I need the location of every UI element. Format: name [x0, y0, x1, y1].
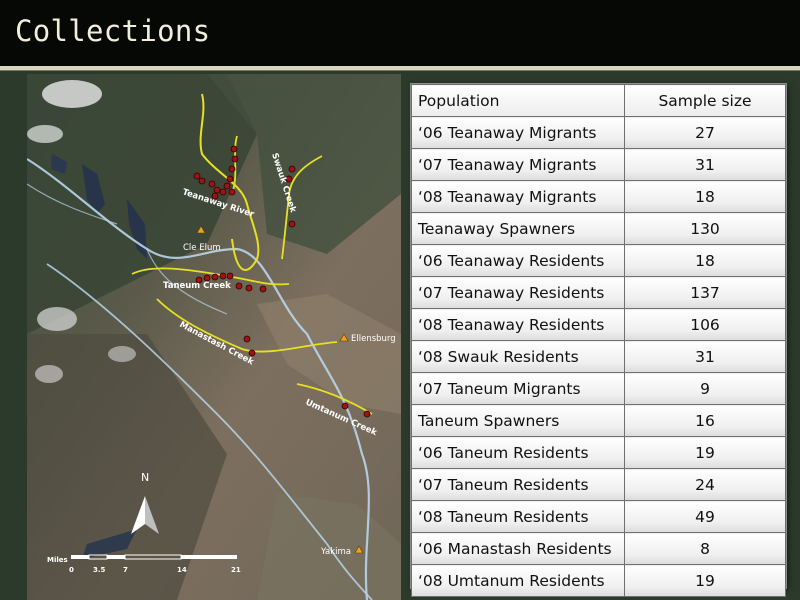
site-marker	[198, 177, 206, 185]
cloud	[37, 307, 77, 331]
site-marker	[288, 220, 296, 228]
table-row: ‘08 Swauk Residents 31	[411, 340, 786, 373]
table-row: ‘06 Teanaway Migrants 27	[411, 116, 786, 149]
site-marker	[193, 172, 201, 180]
population-cell: ‘08 Teanaway Residents	[411, 308, 625, 341]
cloud	[42, 80, 102, 108]
table-row: ‘08 Teanaway Migrants 18	[411, 180, 786, 213]
site-marker	[243, 335, 251, 343]
town-label-yakima: Yakima	[320, 547, 351, 557]
cloud	[35, 365, 63, 383]
north-label: N	[141, 471, 149, 484]
population-cell: ‘06 Teanaway Migrants	[411, 116, 625, 149]
site-marker	[208, 180, 216, 188]
site-marker	[211, 273, 219, 281]
town-label-ellensburg: Ellensburg	[351, 334, 396, 344]
population-cell: ‘07 Teanaway Migrants	[411, 148, 625, 181]
collection-sites-map: Cle Elum Ellensburg Yakima Teanaway Rive…	[27, 74, 401, 600]
site-marker	[213, 186, 221, 194]
scale-tick-4: 21	[231, 566, 241, 574]
site-marker	[230, 145, 238, 153]
cloud	[108, 346, 136, 362]
slide-title: Collections	[15, 14, 211, 48]
table-row: ‘08 Taneum Residents 49	[411, 500, 786, 533]
population-cell: ‘08 Taneum Residents	[411, 500, 625, 533]
table-row: ‘06 Taneum Residents 19	[411, 436, 786, 469]
site-marker	[223, 182, 231, 190]
population-cell: Teanaway Spawners	[411, 212, 625, 245]
table-row: ‘06 Manastash Residents 8	[411, 532, 786, 565]
sample-size-cell: 19	[624, 564, 786, 597]
cloud	[27, 125, 63, 143]
sample-size-cell: 9	[624, 372, 786, 405]
population-cell: ‘06 Taneum Residents	[411, 436, 625, 469]
title-divider-shadow	[0, 70, 800, 71]
population-cell: ‘07 Teanaway Residents	[411, 276, 625, 309]
column-header-population: Population	[411, 84, 625, 117]
map-image: Cle Elum Ellensburg Yakima Teanaway Rive…	[27, 74, 401, 600]
collections-table-panel: Population Sample size ‘06 Teanaway Migr…	[411, 84, 786, 597]
table-row: ‘06 Teanaway Residents 18	[411, 244, 786, 277]
site-marker	[235, 282, 243, 290]
collections-table: Population Sample size ‘06 Teanaway Migr…	[411, 84, 786, 597]
title-bar: Collections	[0, 0, 800, 66]
sample-size-cell: 27	[624, 116, 786, 149]
table-row: ‘07 Taneum Migrants 9	[411, 372, 786, 405]
scale-tick-2: 7	[123, 566, 128, 574]
sample-size-cell: 18	[624, 180, 786, 213]
site-marker	[226, 175, 234, 183]
population-cell: ‘06 Manastash Residents	[411, 532, 625, 565]
population-cell: Taneum Spawners	[411, 404, 625, 437]
site-marker	[341, 402, 349, 410]
table-row: ‘08 Umtanum Residents 19	[411, 564, 786, 597]
sample-size-cell: 49	[624, 500, 786, 533]
site-marker	[363, 410, 371, 418]
scale-tick-1: 3.5	[93, 566, 106, 574]
column-header-sample-size: Sample size	[624, 84, 786, 117]
table-row: Taneum Spawners 16	[411, 404, 786, 437]
sample-size-cell: 16	[624, 404, 786, 437]
sample-size-cell: 8	[624, 532, 786, 565]
population-cell: ‘07 Taneum Residents	[411, 468, 625, 501]
scale-tick-0: 0	[69, 566, 74, 574]
sample-size-cell: 31	[624, 148, 786, 181]
table-row: ‘08 Teanaway Residents 106	[411, 308, 786, 341]
table-row: ‘07 Taneum Residents 24	[411, 468, 786, 501]
sample-size-cell: 24	[624, 468, 786, 501]
scale-tick-3: 14	[177, 566, 187, 574]
site-marker	[226, 272, 234, 280]
site-marker	[231, 155, 239, 163]
sample-size-cell: 31	[624, 340, 786, 373]
table-row: ‘07 Teanaway Residents 137	[411, 276, 786, 309]
stream-label-taneum: Taneum Creek	[163, 281, 231, 291]
sample-size-cell: 18	[624, 244, 786, 277]
population-cell: ‘08 Umtanum Residents	[411, 564, 625, 597]
site-marker	[219, 188, 227, 196]
population-cell: ‘08 Swauk Residents	[411, 340, 625, 373]
scale-unit: Miles	[47, 556, 68, 564]
sample-size-cell: 137	[624, 276, 786, 309]
table-header-row: Population Sample size	[411, 84, 786, 117]
sample-size-cell: 106	[624, 308, 786, 341]
population-cell: ‘08 Teanaway Migrants	[411, 180, 625, 213]
site-marker	[245, 284, 253, 292]
site-marker	[228, 165, 236, 173]
table-row: Teanaway Spawners 130	[411, 212, 786, 245]
sample-size-cell: 19	[624, 436, 786, 469]
site-marker	[219, 272, 227, 280]
site-marker	[288, 165, 296, 173]
town-label-cle-elum: Cle Elum	[183, 243, 221, 253]
site-marker	[259, 285, 267, 293]
population-cell: ‘07 Taneum Migrants	[411, 372, 625, 405]
site-marker	[228, 188, 236, 196]
population-cell: ‘06 Teanaway Residents	[411, 244, 625, 277]
sample-size-cell: 130	[624, 212, 786, 245]
table-row: ‘07 Teanaway Migrants 31	[411, 148, 786, 181]
